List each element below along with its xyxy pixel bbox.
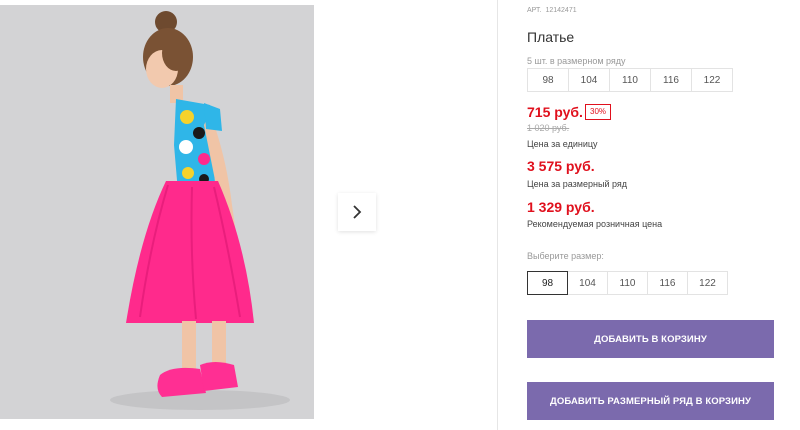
product-photo [0, 5, 314, 419]
size-row-item: 110 [609, 68, 651, 92]
size-row: 98 104 110 116 122 [527, 68, 733, 92]
retail-price-caption: Рекомендуемая розничная цена [527, 219, 663, 229]
size-row-item: 104 [568, 68, 610, 92]
size-row-item: 122 [691, 68, 733, 92]
size-row-item: 116 [650, 68, 692, 92]
size-select-label: Выберите размер: [527, 251, 604, 261]
add-to-cart-button[interactable]: Добавить в корзину [527, 320, 774, 358]
retail-price: 1 329 руб. [527, 199, 595, 215]
size-selector: 98 104 110 116 122 [527, 271, 728, 295]
old-price: 1 020 руб. [527, 123, 570, 133]
unit-price: 715 руб. [527, 104, 583, 120]
size-option-110[interactable]: 110 [607, 271, 648, 295]
sku-value: 12142471 [545, 7, 577, 14]
product-title: Платье [527, 29, 575, 45]
unit-price-caption: Цена за единицу [527, 139, 598, 149]
next-image-button[interactable] [338, 193, 376, 231]
add-size-row-to-cart-button[interactable]: Добавить размерный ряд в корзину [527, 382, 774, 420]
sku-label: АРТ. [527, 7, 542, 14]
size-option-122[interactable]: 122 [687, 271, 728, 295]
size-option-104[interactable]: 104 [567, 271, 608, 295]
discount-badge: 30% [585, 104, 612, 120]
product-gallery [0, 0, 498, 430]
product-photo-illustration [0, 5, 314, 419]
sku: АРТ. 12142471 [527, 7, 581, 14]
row-price: 3 575 руб. [527, 158, 595, 174]
size-option-116[interactable]: 116 [647, 271, 688, 295]
size-row-note: 5 шт. в размерном ряду [527, 56, 626, 66]
row-price-caption: Цена за размерный ряд [527, 179, 628, 189]
size-row-item: 98 [527, 68, 569, 92]
size-option-98[interactable]: 98 [527, 271, 568, 295]
chevron-right-icon [353, 205, 362, 219]
